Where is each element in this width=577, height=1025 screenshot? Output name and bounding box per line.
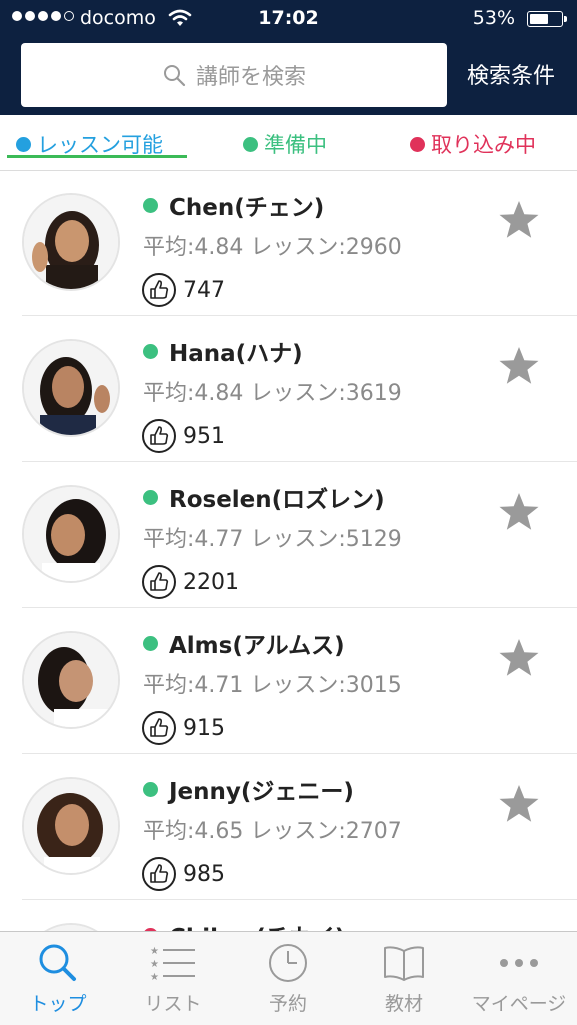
favorite-star-icon[interactable] [497,199,541,241]
likes-value: 985 [183,861,225,887]
teacher-stats: 平均:4.84 レッスン:2960 [143,235,402,260]
teacher-avatar [22,631,120,729]
teacher-row[interactable]: Chen(チェン) 平均:4.84 レッスン:2960 747 [0,171,577,316]
row-divider [22,753,577,754]
teacher-row[interactable]: Jenny(ジェニー) 平均:4.65 レッスン:2707 985 [0,755,577,900]
teacher-name: Roselen(ロズレン) [169,487,385,513]
tab-label: トップ [29,993,87,1015]
thumbs-up-icon [142,419,176,453]
tab-label: 予約 [268,993,307,1015]
row-divider [22,315,577,316]
likes-count: 915 [141,710,225,746]
favorite-star-icon[interactable] [497,345,541,387]
likes-count: 985 [141,856,225,892]
teacher-row[interactable]: Hana(ハナ) 平均:4.84 レッスン:3619 951 [0,317,577,462]
svg-text:★: ★ [150,946,159,957]
status-dot-icon [143,197,158,213]
status-dot-icon [143,635,158,651]
search-icon [39,944,76,981]
filter-preparing[interactable]: 準備中 [243,129,327,159]
search-placeholder: 講師を検索 [195,65,306,90]
app-header: docomo 17:02 53% 講師を検索 検索条件 [0,0,577,115]
teacher-stats: 平均:4.77 レッスン:5129 [143,527,402,552]
tab-mypage[interactable]: マイページ [461,932,577,1025]
teacher-avatar [22,923,120,931]
likes-value: 2201 [183,569,239,595]
thumbs-up-icon [142,565,176,599]
teacher-avatar [22,777,120,875]
available-dot-icon [16,136,31,152]
clock-icon [269,944,307,982]
status-dot-icon [143,489,158,505]
teacher-stats: 平均:4.65 レッスン:2707 [143,819,402,844]
teacher-avatar [22,339,120,437]
likes-value: 915 [183,715,225,741]
bottom-tab-bar: トップ ★ ★ ★ リスト 予約 教材 マイページ [0,931,577,1025]
thumbs-up-icon [142,711,176,745]
likes-count: 747 [141,272,225,308]
teacher-avatar [22,193,120,291]
tab-list[interactable]: ★ ★ ★ リスト [115,932,231,1025]
likes-value: 747 [183,277,225,303]
tab-top[interactable]: トップ [0,932,116,1025]
selected-filter-underline [7,155,187,158]
preparing-dot-icon [243,136,258,152]
row-divider [22,461,577,462]
favorite-star-icon[interactable] [497,491,541,533]
teacher-search-input[interactable]: 講師を検索 [21,43,447,107]
filter-label: 準備中 [264,133,327,157]
favorite-star-icon[interactable] [497,783,541,825]
row-divider [22,899,577,900]
filter-label: 取り込み中 [431,133,536,157]
svg-text:★: ★ [150,972,159,983]
teacher-name: Hana(ハナ) [169,341,303,367]
battery-percentage: 53% [472,7,515,29]
list-icon: ★ ★ ★ [150,946,195,983]
tab-label: 教材 [384,993,423,1015]
svg-text:★: ★ [150,959,159,970]
likes-count: 2201 [141,564,239,600]
teacher-stats: 平均:4.84 レッスン:3619 [143,381,402,406]
teacher-row[interactable]: Roselen(ロズレン) 平均:4.77 レッスン:5129 2201 [0,463,577,608]
teacher-row[interactable]: Chikay(チカイ) [0,901,577,931]
tab-materials[interactable]: 教材 [346,932,462,1025]
busy-dot-icon [410,136,425,152]
status-bar: docomo 17:02 53% [0,0,577,38]
likes-value: 951 [183,423,225,449]
tab-label: マイページ [471,993,567,1015]
status-dot-icon [143,343,158,359]
tab-label: リスト [144,993,202,1015]
favorite-star-icon[interactable] [497,637,541,679]
tab-reservation[interactable]: 予約 [230,932,346,1025]
teacher-name: Chikay(チカイ) [169,918,345,931]
teacher-avatar [22,485,120,583]
thumbs-up-icon [142,857,176,891]
search-conditions-button[interactable]: 検索条件 [455,58,567,90]
status-filter-tabs: レッスン可能 準備中 取り込み中 [0,115,577,171]
teacher-row[interactable]: Alms(アルムス) 平均:4.71 レッスン:3015 915 [0,609,577,754]
status-dot-icon [143,781,158,797]
search-icon [163,65,186,87]
book-icon [384,946,424,981]
battery-icon [527,11,567,27]
thumbs-up-icon [142,273,176,307]
teacher-name: Chen(チェン) [169,195,325,221]
teacher-name: Jenny(ジェニー) [169,779,354,805]
teacher-name: Alms(アルムス) [169,633,345,659]
teacher-stats: 平均:4.71 レッスン:3015 [143,673,402,698]
row-divider [22,607,577,608]
likes-count: 951 [141,418,225,454]
filter-busy[interactable]: 取り込み中 [410,129,536,159]
teacher-list[interactable]: Chen(チェン) 平均:4.84 レッスン:2960 747 Hana(ハナ)… [0,171,577,931]
more-icon [500,959,538,967]
